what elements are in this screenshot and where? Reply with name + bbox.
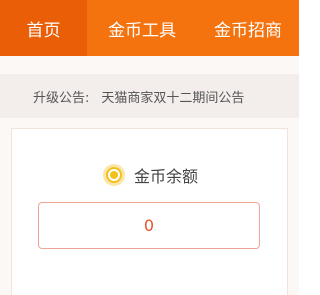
side-gutter-right xyxy=(288,128,299,295)
side-gutter-left xyxy=(0,128,11,295)
balance-value: 0 xyxy=(143,216,155,235)
tab-home[interactable]: 首页 xyxy=(0,0,87,56)
balance-label: 金币余额 xyxy=(134,167,199,186)
notice-label: 升级公告: xyxy=(33,90,90,106)
balance-value-box: 0 xyxy=(38,202,260,249)
top-nav: 首页 金币工具 金币招商 xyxy=(0,0,299,56)
notice-text[interactable]: 天猫商家双十二期间公告 xyxy=(101,87,244,106)
coin-icon xyxy=(103,164,125,186)
tab-coin-tools[interactable]: 金币工具 xyxy=(87,0,197,56)
spacer-mid xyxy=(0,118,299,128)
balance-card: 金币余额 0 xyxy=(11,128,288,295)
balance-header: 金币余额 xyxy=(103,162,198,188)
notice-bar[interactable]: 升级公告: 天猫商家双十二期间公告 xyxy=(0,74,299,118)
spacer-top xyxy=(0,56,299,74)
tab-coin-recruit[interactable]: 金币招商 xyxy=(197,0,299,56)
